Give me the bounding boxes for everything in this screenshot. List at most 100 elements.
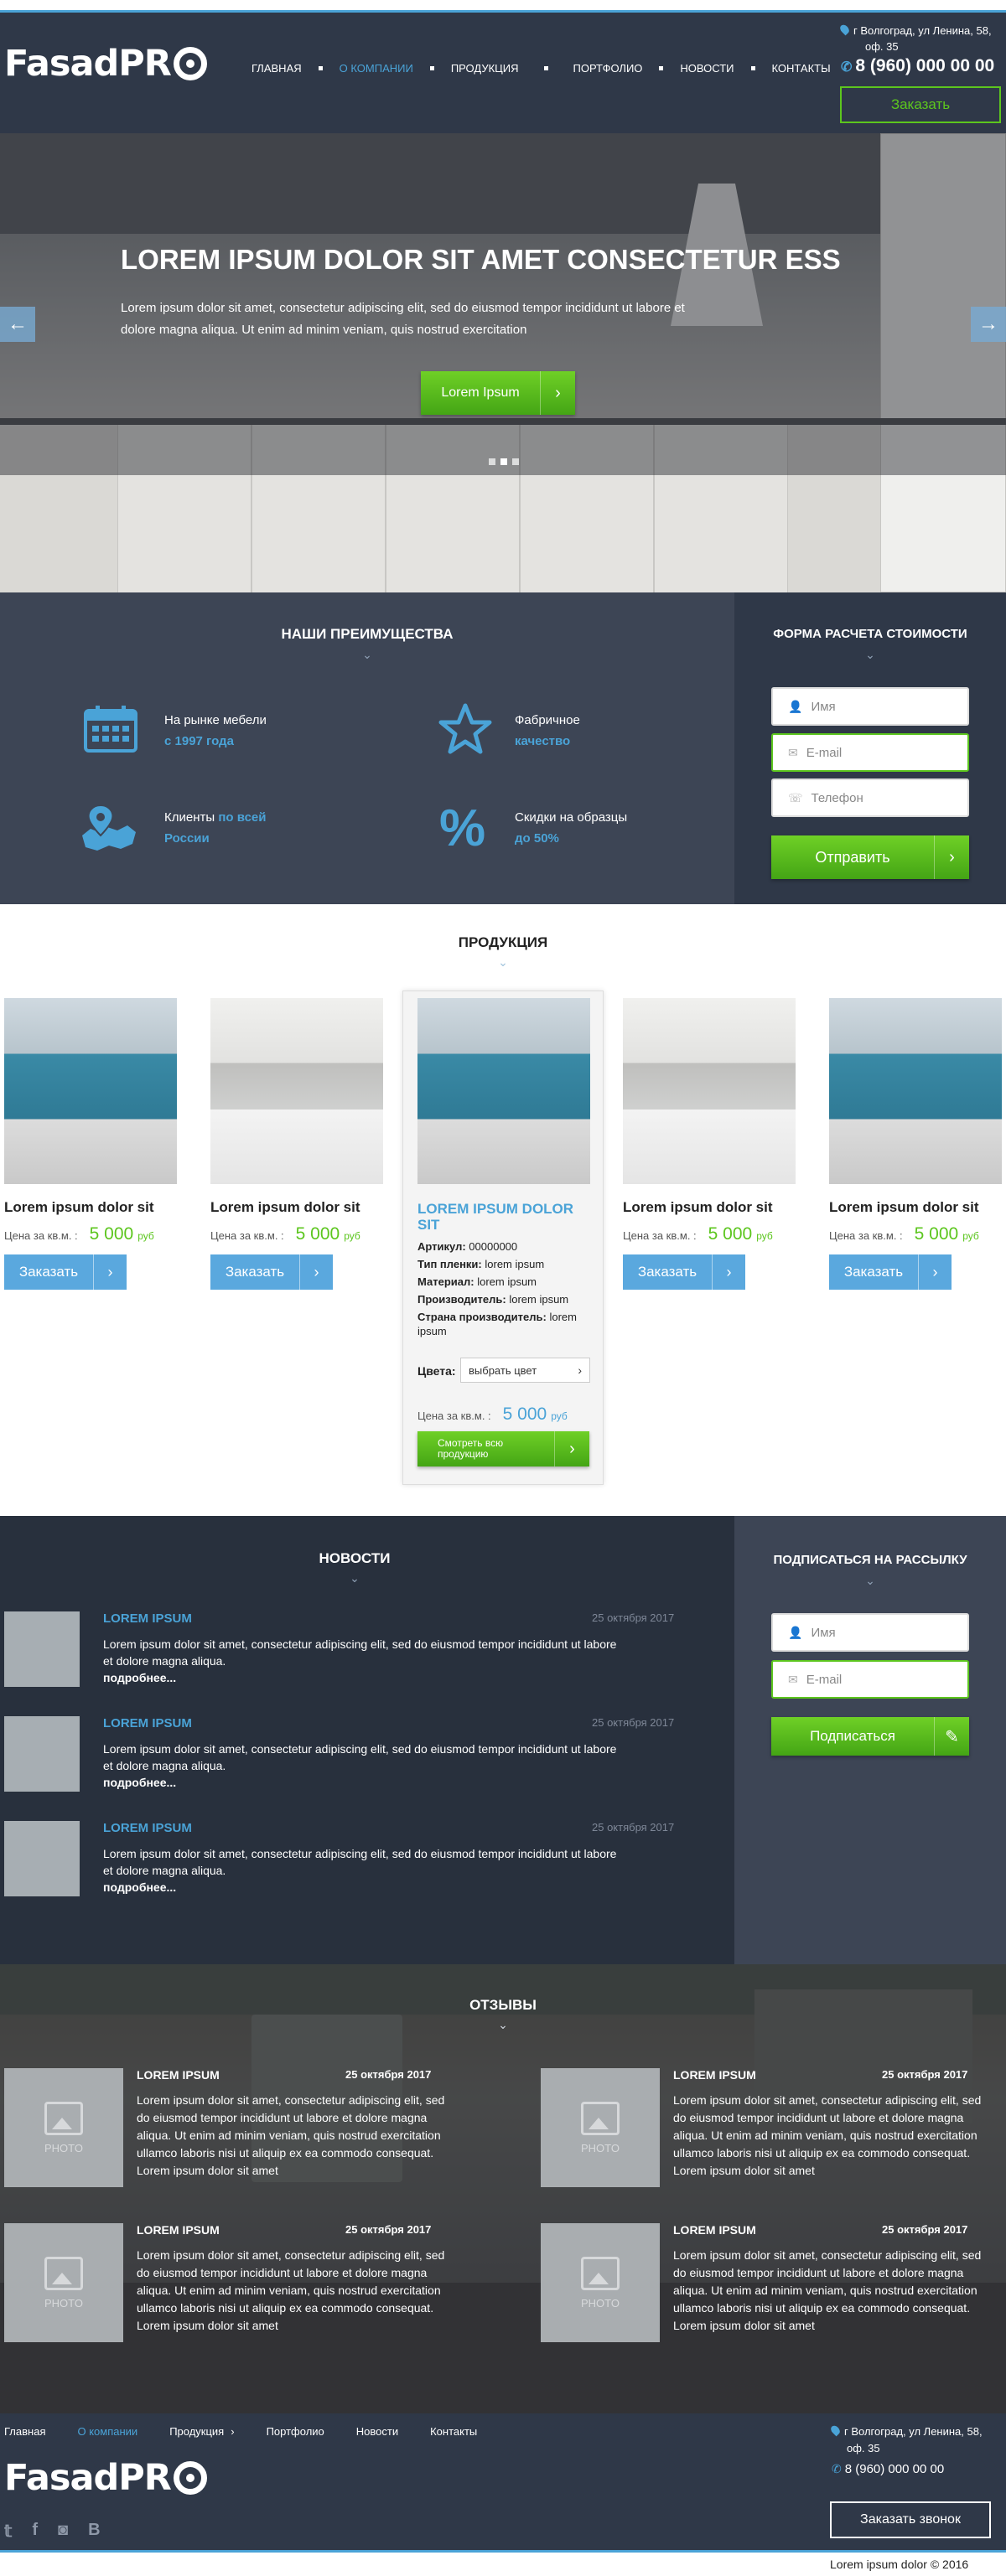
news-item-title[interactable]: LOREM IPSUM	[103, 1716, 192, 1730]
photo-label: PHOTO	[581, 2141, 620, 2154]
price-value: 5 000	[914, 1224, 959, 1244]
product-card[interactable]: Lorem ipsum dolor sit Цена за кв.м. : 5 0…	[623, 998, 796, 1290]
spec-value: lorem ipsum	[509, 1293, 569, 1306]
footer-nav-contacts[interactable]: Контакты	[430, 2425, 477, 2438]
address-line1: г Волгоград, ул Ленина, 58,	[844, 2425, 983, 2438]
facebook-icon[interactable]: f	[32, 2521, 38, 2542]
calc-form-section: ФОРМА РАСЧЕТА СТОИМОСТИ ⌄ 👤 Имя ✉ E-mail ☏…	[734, 592, 1006, 904]
product-name[interactable]: Lorem ipsum dolor sit	[210, 1199, 383, 1216]
review-author: LOREM IPSUM	[137, 2068, 220, 2082]
instagram-icon[interactable]: ◙	[58, 2521, 68, 2542]
nav-item-products[interactable]: Продукция	[451, 62, 519, 75]
order-product-button[interactable]: Заказать ›	[210, 1254, 333, 1290]
news-thumbnail[interactable]	[4, 1611, 80, 1687]
order-button[interactable]: Заказать	[840, 86, 1001, 123]
product-card[interactable]: Lorem ipsum dolor sit Цена за кв.м. : 5 0…	[210, 998, 383, 1290]
slider-dot[interactable]	[489, 458, 495, 465]
review-line: Lorem ipsum dolor sit amet	[137, 2164, 278, 2177]
news-title: НОВОСТИ	[319, 1550, 391, 1566]
product-name[interactable]: Lorem ipsum dolor sit	[829, 1199, 1002, 1216]
review-author: LOREM IPSUM	[137, 2223, 220, 2237]
nav-item-home[interactable]: Главная	[252, 62, 302, 75]
product-image[interactable]	[210, 998, 383, 1184]
news-item-title[interactable]: LOREM IPSUM	[103, 1821, 192, 1835]
logo[interactable]: FasadPR	[4, 43, 207, 85]
advantage-line2: России	[164, 831, 210, 846]
footer-nav-about[interactable]: О компании	[77, 2425, 137, 2438]
news-item-title[interactable]: LOREM IPSUM	[103, 1611, 192, 1626]
product-name[interactable]: Lorem ipsum dolor sit	[4, 1199, 177, 1216]
slider-dot[interactable]	[512, 458, 519, 465]
address-line2: оф. 35	[865, 40, 899, 53]
advantage-line2: с 1997 года	[164, 734, 234, 748]
callback-button[interactable]: Заказать звонок	[830, 2501, 991, 2538]
nav-item-portfolio[interactable]: Портфолио	[573, 62, 643, 75]
logo-text: FasadPR	[4, 43, 172, 85]
review-line: aliqua. Ut enim ad minim veniam, quis no…	[137, 2129, 441, 2142]
subscribe-button[interactable]: Подписаться ✎	[771, 1717, 969, 1756]
nav-separator	[750, 66, 755, 70]
footer-nav-portfolio[interactable]: Портфолио	[267, 2425, 324, 2438]
spec-label: Страна производитель:	[417, 1311, 547, 1323]
view-all-products-button[interactable]: Смотреть всю продукцию ›	[417, 1431, 589, 1466]
image-placeholder-icon	[44, 2256, 83, 2290]
product-image[interactable]	[4, 998, 177, 1184]
slider-next-button[interactable]: →	[971, 307, 1006, 342]
user-icon: 👤	[788, 1625, 803, 1639]
nav-item-about[interactable]: О компании	[340, 62, 413, 75]
product-price: Цена за кв.м. :5 000 руб	[829, 1224, 1002, 1244]
logo-text: FasadPR	[4, 2457, 172, 2499]
nav-separator	[318, 66, 323, 70]
color-select[interactable]: выбрать цвет ›	[460, 1358, 590, 1383]
news-item-text-line2: et dolore magna aliqua.	[103, 1864, 226, 1877]
slider-prev-button[interactable]: ←	[0, 307, 35, 342]
product-image[interactable]	[623, 998, 796, 1184]
spec-label: Артикул:	[417, 1240, 466, 1253]
subscribe-email-field[interactable]: ✉ E-mail	[771, 1660, 969, 1699]
review-line: aliqua. Ut enim ad minim veniam, quis no…	[673, 2284, 977, 2297]
news-read-more-link[interactable]: подробнее...	[103, 1671, 176, 1684]
top-accent-line	[0, 0, 1006, 13]
nav-item-news[interactable]: Новости	[680, 62, 734, 75]
product-image[interactable]	[829, 998, 1002, 1184]
product-card[interactable]: Lorem ipsum dolor sit Цена за кв.м. : 5 0…	[4, 998, 177, 1290]
calc-phone-field[interactable]: ☏ Телефон	[771, 778, 969, 817]
news-read-more-link[interactable]: подробнее...	[103, 1776, 176, 1789]
product-price: Цена за кв.м. :5 000 руб	[210, 1224, 383, 1244]
footer-phone[interactable]: ✆ 8 (960) 000 00 00	[832, 2462, 944, 2476]
reviewer-photo: PHOTO	[541, 2068, 660, 2187]
review-text: Lorem ipsum dolor sit amet, consectetur …	[137, 2247, 444, 2335]
calc-email-field[interactable]: ✉ E-mail	[771, 733, 969, 772]
news-thumbnail[interactable]	[4, 1716, 80, 1792]
vk-icon[interactable]: B	[88, 2521, 100, 2542]
hero-button-label: Lorem Ipsum	[441, 385, 520, 400]
subscribe-name-field[interactable]: 👤 Имя	[771, 1613, 969, 1652]
header-phone[interactable]: ✆ 8 (960) 000 00 00	[841, 56, 994, 76]
photo-label: PHOTO	[44, 2296, 83, 2310]
featured-product-image[interactable]	[417, 998, 590, 1184]
order-label: Заказать	[225, 1264, 285, 1280]
calc-name-field[interactable]: 👤 Имя	[771, 687, 969, 726]
pencil-icon: ✎	[934, 1717, 969, 1756]
product-name[interactable]: Lorem ipsum dolor sit	[623, 1199, 796, 1216]
calc-submit-button[interactable]: Отправить ›	[771, 835, 969, 879]
slider-dot-active[interactable]	[500, 458, 507, 465]
spec-value: lorem	[549, 1311, 577, 1323]
order-product-button[interactable]: Заказать ›	[4, 1254, 127, 1290]
twitter-icon[interactable]: 𝕥	[4, 2521, 12, 2542]
hero-button[interactable]: Lorem Ipsum ›	[421, 371, 575, 415]
nav-item-contacts[interactable]: Контакты	[772, 62, 831, 75]
product-card[interactable]: Lorem ipsum dolor sit Цена за кв.м. : 5 0…	[829, 998, 1002, 1290]
order-product-button[interactable]: Заказать ›	[623, 1254, 745, 1290]
footer-logo[interactable]: FasadPR	[4, 2457, 207, 2499]
featured-product-name[interactable]: LOREM IPSUM DOLOR SIT	[417, 1201, 573, 1233]
order-product-button[interactable]: Заказать ›	[829, 1254, 952, 1290]
advantage-line1: Клиенты	[164, 810, 219, 825]
footer-nav-products[interactable]: Продукция	[169, 2425, 224, 2438]
news-read-more-link[interactable]: подробнее...	[103, 1880, 176, 1894]
news-thumbnail[interactable]	[4, 1821, 80, 1896]
footer-nav-news[interactable]: Новости	[356, 2425, 398, 2438]
review-line: do eiusmod tempor incididunt ut labore e…	[137, 2266, 428, 2279]
price-label: Цена за кв.м. :	[829, 1229, 903, 1242]
footer-nav-home[interactable]: Главная	[4, 2425, 45, 2438]
